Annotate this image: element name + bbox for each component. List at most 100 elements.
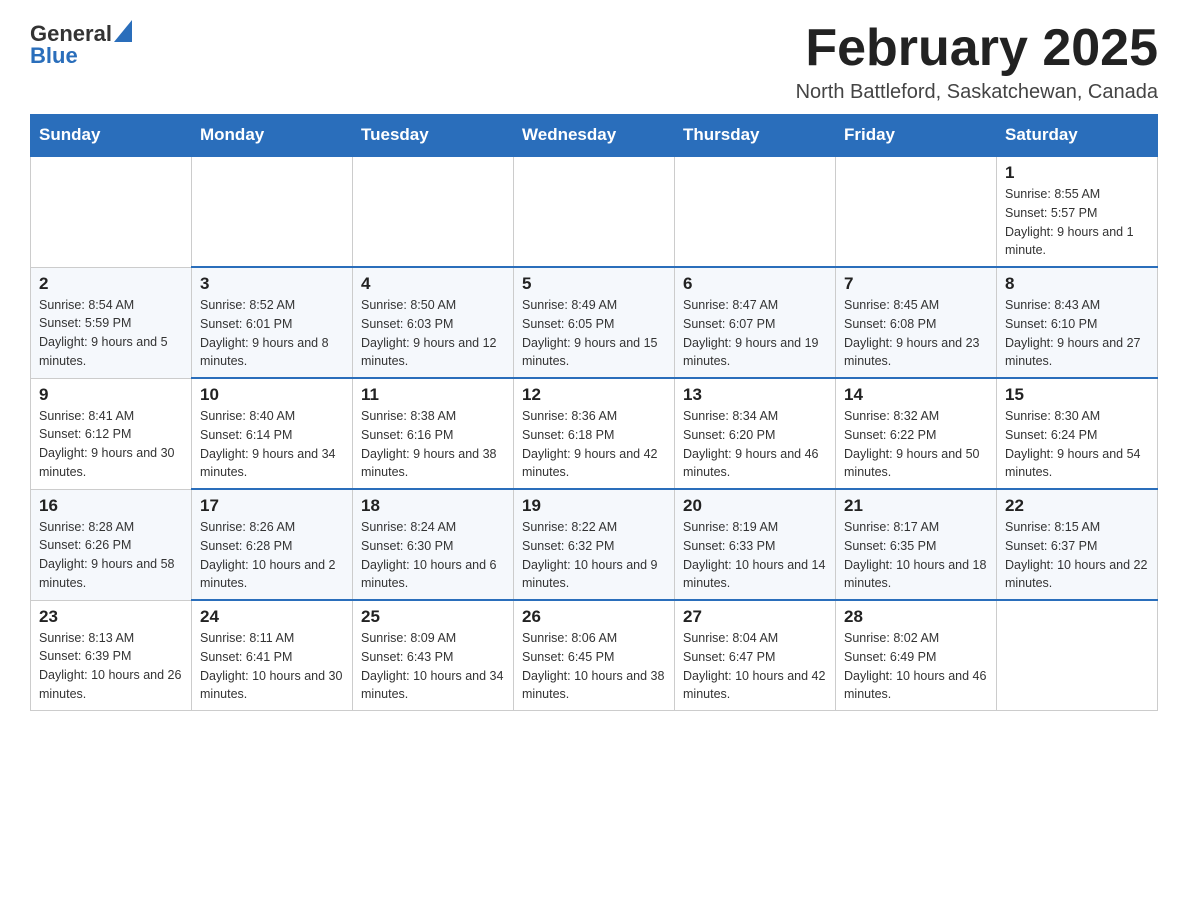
calendar-week-row: 9Sunrise: 8:41 AMSunset: 6:12 PMDaylight… xyxy=(31,378,1158,489)
table-row xyxy=(31,156,192,267)
day-info: Sunrise: 8:19 AMSunset: 6:33 PMDaylight:… xyxy=(683,518,827,593)
table-row: 9Sunrise: 8:41 AMSunset: 6:12 PMDaylight… xyxy=(31,378,192,489)
day-number: 6 xyxy=(683,274,827,294)
table-row: 19Sunrise: 8:22 AMSunset: 6:32 PMDayligh… xyxy=(514,489,675,600)
table-row xyxy=(997,600,1158,711)
table-row: 14Sunrise: 8:32 AMSunset: 6:22 PMDayligh… xyxy=(836,378,997,489)
day-number: 5 xyxy=(522,274,666,294)
table-row: 26Sunrise: 8:06 AMSunset: 6:45 PMDayligh… xyxy=(514,600,675,711)
col-sunday: Sunday xyxy=(31,115,192,157)
table-row xyxy=(192,156,353,267)
day-info: Sunrise: 8:47 AMSunset: 6:07 PMDaylight:… xyxy=(683,296,827,371)
day-info: Sunrise: 8:24 AMSunset: 6:30 PMDaylight:… xyxy=(361,518,505,593)
table-row: 11Sunrise: 8:38 AMSunset: 6:16 PMDayligh… xyxy=(353,378,514,489)
day-info: Sunrise: 8:11 AMSunset: 6:41 PMDaylight:… xyxy=(200,629,344,704)
day-number: 4 xyxy=(361,274,505,294)
day-number: 16 xyxy=(39,496,183,516)
table-row: 25Sunrise: 8:09 AMSunset: 6:43 PMDayligh… xyxy=(353,600,514,711)
day-number: 14 xyxy=(844,385,988,405)
table-row: 3Sunrise: 8:52 AMSunset: 6:01 PMDaylight… xyxy=(192,267,353,378)
day-number: 9 xyxy=(39,385,183,405)
day-info: Sunrise: 8:45 AMSunset: 6:08 PMDaylight:… xyxy=(844,296,988,371)
day-info: Sunrise: 8:09 AMSunset: 6:43 PMDaylight:… xyxy=(361,629,505,704)
calendar-table: Sunday Monday Tuesday Wednesday Thursday… xyxy=(30,114,1158,711)
table-row: 1Sunrise: 8:55 AMSunset: 5:57 PMDaylight… xyxy=(997,156,1158,267)
day-number: 13 xyxy=(683,385,827,405)
day-info: Sunrise: 8:06 AMSunset: 6:45 PMDaylight:… xyxy=(522,629,666,704)
calendar-header-row: Sunday Monday Tuesday Wednesday Thursday… xyxy=(31,115,1158,157)
day-info: Sunrise: 8:43 AMSunset: 6:10 PMDaylight:… xyxy=(1005,296,1149,371)
col-thursday: Thursday xyxy=(675,115,836,157)
table-row: 23Sunrise: 8:13 AMSunset: 6:39 PMDayligh… xyxy=(31,600,192,711)
table-row: 6Sunrise: 8:47 AMSunset: 6:07 PMDaylight… xyxy=(675,267,836,378)
day-info: Sunrise: 8:30 AMSunset: 6:24 PMDaylight:… xyxy=(1005,407,1149,482)
day-info: Sunrise: 8:54 AMSunset: 5:59 PMDaylight:… xyxy=(39,296,183,371)
day-info: Sunrise: 8:04 AMSunset: 6:47 PMDaylight:… xyxy=(683,629,827,704)
day-number: 3 xyxy=(200,274,344,294)
day-info: Sunrise: 8:55 AMSunset: 5:57 PMDaylight:… xyxy=(1005,185,1149,260)
day-number: 1 xyxy=(1005,163,1149,183)
logo-triangle-icon xyxy=(114,20,132,42)
col-saturday: Saturday xyxy=(997,115,1158,157)
day-info: Sunrise: 8:02 AMSunset: 6:49 PMDaylight:… xyxy=(844,629,988,704)
table-row: 22Sunrise: 8:15 AMSunset: 6:37 PMDayligh… xyxy=(997,489,1158,600)
day-number: 18 xyxy=(361,496,505,516)
table-row: 21Sunrise: 8:17 AMSunset: 6:35 PMDayligh… xyxy=(836,489,997,600)
day-number: 20 xyxy=(683,496,827,516)
table-row: 24Sunrise: 8:11 AMSunset: 6:41 PMDayligh… xyxy=(192,600,353,711)
day-number: 26 xyxy=(522,607,666,627)
table-row xyxy=(353,156,514,267)
table-row: 20Sunrise: 8:19 AMSunset: 6:33 PMDayligh… xyxy=(675,489,836,600)
day-number: 28 xyxy=(844,607,988,627)
day-info: Sunrise: 8:36 AMSunset: 6:18 PMDaylight:… xyxy=(522,407,666,482)
day-info: Sunrise: 8:13 AMSunset: 6:39 PMDaylight:… xyxy=(39,629,183,704)
day-info: Sunrise: 8:17 AMSunset: 6:35 PMDaylight:… xyxy=(844,518,988,593)
table-row: 8Sunrise: 8:43 AMSunset: 6:10 PMDaylight… xyxy=(997,267,1158,378)
day-number: 10 xyxy=(200,385,344,405)
day-info: Sunrise: 8:28 AMSunset: 6:26 PMDaylight:… xyxy=(39,518,183,593)
day-number: 15 xyxy=(1005,385,1149,405)
table-row: 2Sunrise: 8:54 AMSunset: 5:59 PMDaylight… xyxy=(31,267,192,378)
day-number: 24 xyxy=(200,607,344,627)
table-row: 10Sunrise: 8:40 AMSunset: 6:14 PMDayligh… xyxy=(192,378,353,489)
month-title: February 2025 xyxy=(796,20,1158,77)
table-row: 4Sunrise: 8:50 AMSunset: 6:03 PMDaylight… xyxy=(353,267,514,378)
calendar-week-row: 2Sunrise: 8:54 AMSunset: 5:59 PMDaylight… xyxy=(31,267,1158,378)
day-number: 21 xyxy=(844,496,988,516)
col-tuesday: Tuesday xyxy=(353,115,514,157)
location-title: North Battleford, Saskatchewan, Canada xyxy=(796,81,1158,104)
header: General Blue February 2025 North Battlef… xyxy=(30,20,1158,104)
day-info: Sunrise: 8:32 AMSunset: 6:22 PMDaylight:… xyxy=(844,407,988,482)
table-row: 5Sunrise: 8:49 AMSunset: 6:05 PMDaylight… xyxy=(514,267,675,378)
day-info: Sunrise: 8:26 AMSunset: 6:28 PMDaylight:… xyxy=(200,518,344,593)
day-number: 11 xyxy=(361,385,505,405)
day-info: Sunrise: 8:38 AMSunset: 6:16 PMDaylight:… xyxy=(361,407,505,482)
col-monday: Monday xyxy=(192,115,353,157)
day-info: Sunrise: 8:52 AMSunset: 6:01 PMDaylight:… xyxy=(200,296,344,371)
day-number: 8 xyxy=(1005,274,1149,294)
logo: General Blue xyxy=(30,20,132,69)
day-number: 12 xyxy=(522,385,666,405)
day-info: Sunrise: 8:15 AMSunset: 6:37 PMDaylight:… xyxy=(1005,518,1149,593)
day-number: 19 xyxy=(522,496,666,516)
table-row xyxy=(675,156,836,267)
col-wednesday: Wednesday xyxy=(514,115,675,157)
day-info: Sunrise: 8:22 AMSunset: 6:32 PMDaylight:… xyxy=(522,518,666,593)
table-row: 16Sunrise: 8:28 AMSunset: 6:26 PMDayligh… xyxy=(31,489,192,600)
calendar-week-row: 16Sunrise: 8:28 AMSunset: 6:26 PMDayligh… xyxy=(31,489,1158,600)
day-info: Sunrise: 8:49 AMSunset: 6:05 PMDaylight:… xyxy=(522,296,666,371)
table-row: 17Sunrise: 8:26 AMSunset: 6:28 PMDayligh… xyxy=(192,489,353,600)
title-area: February 2025 North Battleford, Saskatch… xyxy=(796,20,1158,104)
table-row xyxy=(836,156,997,267)
day-info: Sunrise: 8:41 AMSunset: 6:12 PMDaylight:… xyxy=(39,407,183,482)
table-row: 13Sunrise: 8:34 AMSunset: 6:20 PMDayligh… xyxy=(675,378,836,489)
table-row: 7Sunrise: 8:45 AMSunset: 6:08 PMDaylight… xyxy=(836,267,997,378)
day-info: Sunrise: 8:34 AMSunset: 6:20 PMDaylight:… xyxy=(683,407,827,482)
day-number: 2 xyxy=(39,274,183,294)
day-number: 22 xyxy=(1005,496,1149,516)
table-row xyxy=(514,156,675,267)
day-number: 17 xyxy=(200,496,344,516)
table-row: 27Sunrise: 8:04 AMSunset: 6:47 PMDayligh… xyxy=(675,600,836,711)
day-number: 25 xyxy=(361,607,505,627)
table-row: 28Sunrise: 8:02 AMSunset: 6:49 PMDayligh… xyxy=(836,600,997,711)
